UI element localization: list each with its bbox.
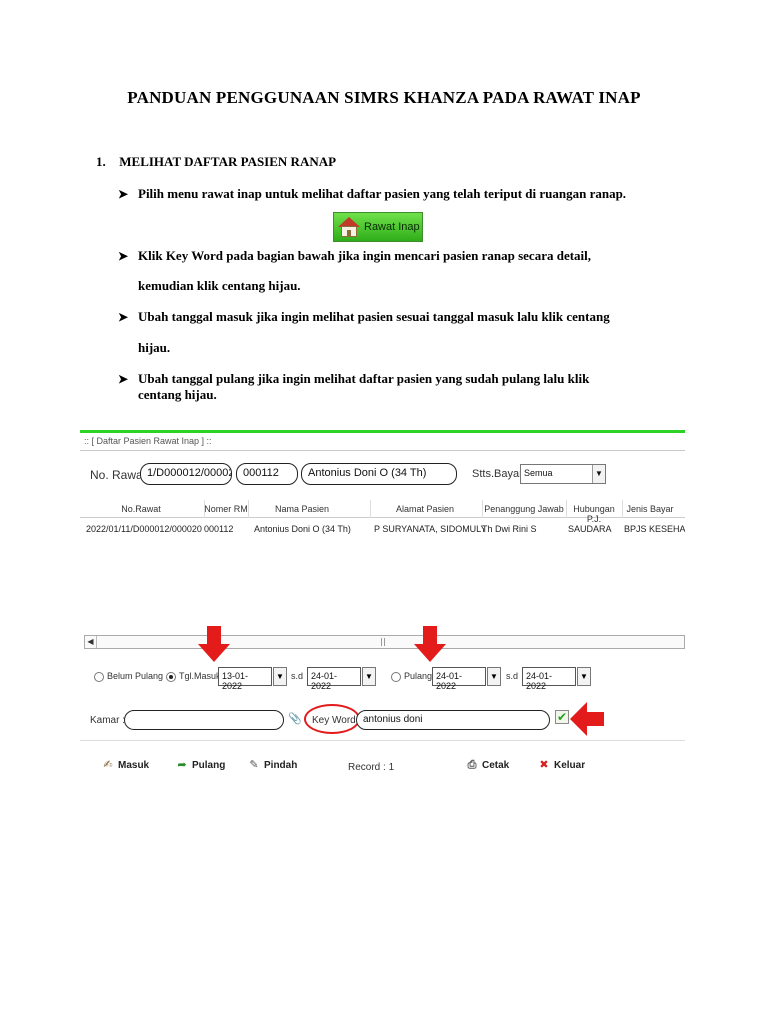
bullet-item: ➤ Pilih menu rawat inap untuk melihat da… — [118, 186, 678, 202]
arrow-bullet-icon: ➤ — [118, 310, 129, 324]
bullet-item: ➤ Ubah tanggal pulang jika ingin melihat… — [118, 371, 678, 387]
printer-icon: ⎙ — [467, 759, 477, 771]
column-header[interactable]: Nomer RM — [204, 504, 248, 514]
calendar-dropdown-icon[interactable]: ▼ — [273, 667, 287, 686]
bullet-text: Ubah tanggal pulang jika ingin melihat d… — [138, 371, 590, 386]
divider — [80, 740, 685, 741]
document-title: PANDUAN PENGGUNAAN SIMRS KHANZA PADA RAW… — [127, 88, 641, 107]
app-screenshot: :: [ Daftar Pasien Rawat Inap ] :: No. R… — [80, 430, 685, 798]
calendar-dropdown-icon[interactable]: ▼ — [362, 667, 376, 686]
kamar-field[interactable] — [124, 710, 284, 730]
paperclip-icon[interactable]: 📎 — [288, 712, 302, 725]
house-icon — [338, 217, 360, 237]
table-cell: 2022/01/11/D000012/000020 — [86, 524, 202, 534]
arrow-bullet-icon: ➤ — [118, 372, 129, 386]
pulang-icon: ➦ — [177, 759, 187, 771]
column-header[interactable]: Alamat Pasien — [370, 504, 480, 514]
scroll-left-icon[interactable]: ◀ — [85, 636, 97, 648]
table-cell: SAUDARA — [568, 524, 612, 534]
keluar-label: Keluar — [554, 759, 586, 771]
section-number: 1. — [96, 154, 106, 169]
bullet-item: ➤ Klik Key Word pada bagian bawah jika i… — [118, 248, 678, 264]
table-row[interactable]: 2022/01/11/D000012/000020 000112 Antoniu… — [80, 522, 685, 538]
frame-title: :: [ Daftar Pasien Rawat Inap ] :: — [84, 436, 212, 446]
masuk-to-date[interactable]: 24-01-2022 — [307, 667, 361, 691]
pulang-from-date[interactable]: 24-01-2022 — [432, 667, 486, 691]
pindah-icon: ✎ — [249, 759, 259, 771]
column-header[interactable]: No.Rawat — [86, 504, 196, 514]
cetak-button[interactable]: ⎙ Cetak — [466, 759, 510, 771]
patient-name-field[interactable]: Antonius Doni O (34 Th) — [301, 463, 457, 485]
horizontal-scrollbar[interactable]: ◀ — [84, 635, 685, 649]
rawat-inap-button[interactable]: Rawat Inap — [333, 212, 423, 242]
table-cell: Th Dwi Rini S — [482, 524, 537, 534]
masuk-icon: ✍ — [103, 759, 113, 771]
bullet-continuation: centang hijau. — [118, 387, 678, 403]
green-check-icon[interactable]: ✔ — [555, 710, 569, 724]
column-header[interactable]: Jenis Bayar — [622, 504, 678, 514]
bullet-continuation: hijau. — [118, 340, 678, 356]
annotation-arrow-down-icon — [414, 626, 446, 662]
tgl-masuk-radio[interactable] — [166, 672, 176, 682]
pulang-to-date[interactable]: 24-01-2022 — [522, 667, 576, 691]
pulang-label: Pulang — [192, 759, 226, 771]
column-header[interactable]: Penanggung Jawab — [482, 504, 566, 514]
pulang-radio[interactable] — [391, 672, 401, 682]
calendar-dropdown-icon[interactable]: ▼ — [577, 667, 591, 686]
kamar-label: Kamar : — [90, 715, 126, 726]
table-cell: Antonius Doni O (34 Th) — [254, 524, 351, 534]
masuk-from-date[interactable]: 13-01-2022 — [218, 667, 272, 691]
column-header[interactable]: Hubungan P.J. — [566, 504, 622, 524]
masuk-button[interactable]: ✍ Masuk — [102, 759, 149, 771]
close-icon: ✖ — [539, 759, 549, 771]
pindah-button[interactable]: ✎ Pindah — [248, 759, 297, 771]
scroll-thumb[interactable] — [381, 638, 385, 646]
no-rawat-field[interactable]: 1/D000012/000020 — [140, 463, 232, 485]
table-cell: P SURYANATA, SIDOMULYO... — [374, 524, 484, 534]
bullet-text: hijau. — [138, 340, 171, 355]
bullet-item: ➤ Ubah tanggal masuk jika ingin melihat … — [118, 309, 678, 325]
stts-bayar-value: Semua — [524, 468, 553, 478]
annotation-circle — [304, 704, 360, 734]
bullet-text: Pilih menu rawat inap untuk melihat daft… — [138, 186, 627, 201]
bullet-continuation: kemudian klik centang hijau. — [118, 278, 678, 294]
bullet-text: centang hijau. — [138, 387, 217, 402]
sd-label: s.d — [291, 671, 304, 681]
no-rm-field[interactable]: 000112 — [236, 463, 298, 485]
chevron-down-icon[interactable]: ▼ — [592, 465, 605, 483]
sd-label: s.d — [506, 671, 519, 681]
arrow-bullet-icon: ➤ — [118, 187, 129, 201]
pindah-label: Pindah — [264, 759, 298, 771]
stts-bayar-select[interactable]: Semua ▼ — [520, 464, 606, 484]
divider — [80, 450, 685, 451]
annotation-arrow-left-icon — [570, 702, 604, 736]
cetak-label: Cetak — [482, 759, 510, 771]
column-header[interactable]: Nama Pasien — [248, 504, 356, 514]
record-count: Record : 1 — [348, 762, 395, 773]
keluar-button[interactable]: ✖ Keluar — [538, 759, 585, 771]
table-cell: 000112 — [204, 524, 234, 534]
table-header: No.Rawat Nomer RM Nama Pasien Alamat Pas… — [80, 500, 685, 524]
section-title: MELIHAT DAFTAR PASIEN RANAP — [119, 154, 337, 169]
bullet-text: Klik Key Word pada bagian bawah jika ing… — [138, 248, 592, 263]
bullet-text: kemudian klik centang hijau. — [138, 278, 301, 293]
annotation-arrow-down-icon — [198, 626, 230, 662]
belum-pulang-radio[interactable] — [94, 672, 104, 682]
belum-pulang-label: Belum Pulang — [107, 671, 164, 681]
pulang-button[interactable]: ➦ Pulang — [176, 759, 225, 771]
arrow-bullet-icon: ➤ — [118, 249, 129, 263]
masuk-label: Masuk — [118, 759, 150, 771]
keyword-field[interactable]: antonius doni — [356, 710, 550, 730]
bullet-text: Ubah tanggal masuk jika ingin melihat pa… — [138, 309, 610, 324]
window-accent-bar — [80, 430, 685, 433]
rawat-inap-label: Rawat Inap — [364, 221, 420, 233]
section-heading: 1. MELIHAT DAFTAR PASIEN RANAP — [96, 154, 336, 170]
calendar-dropdown-icon[interactable]: ▼ — [487, 667, 501, 686]
table-cell: BPJS KESEHA... — [624, 524, 685, 534]
